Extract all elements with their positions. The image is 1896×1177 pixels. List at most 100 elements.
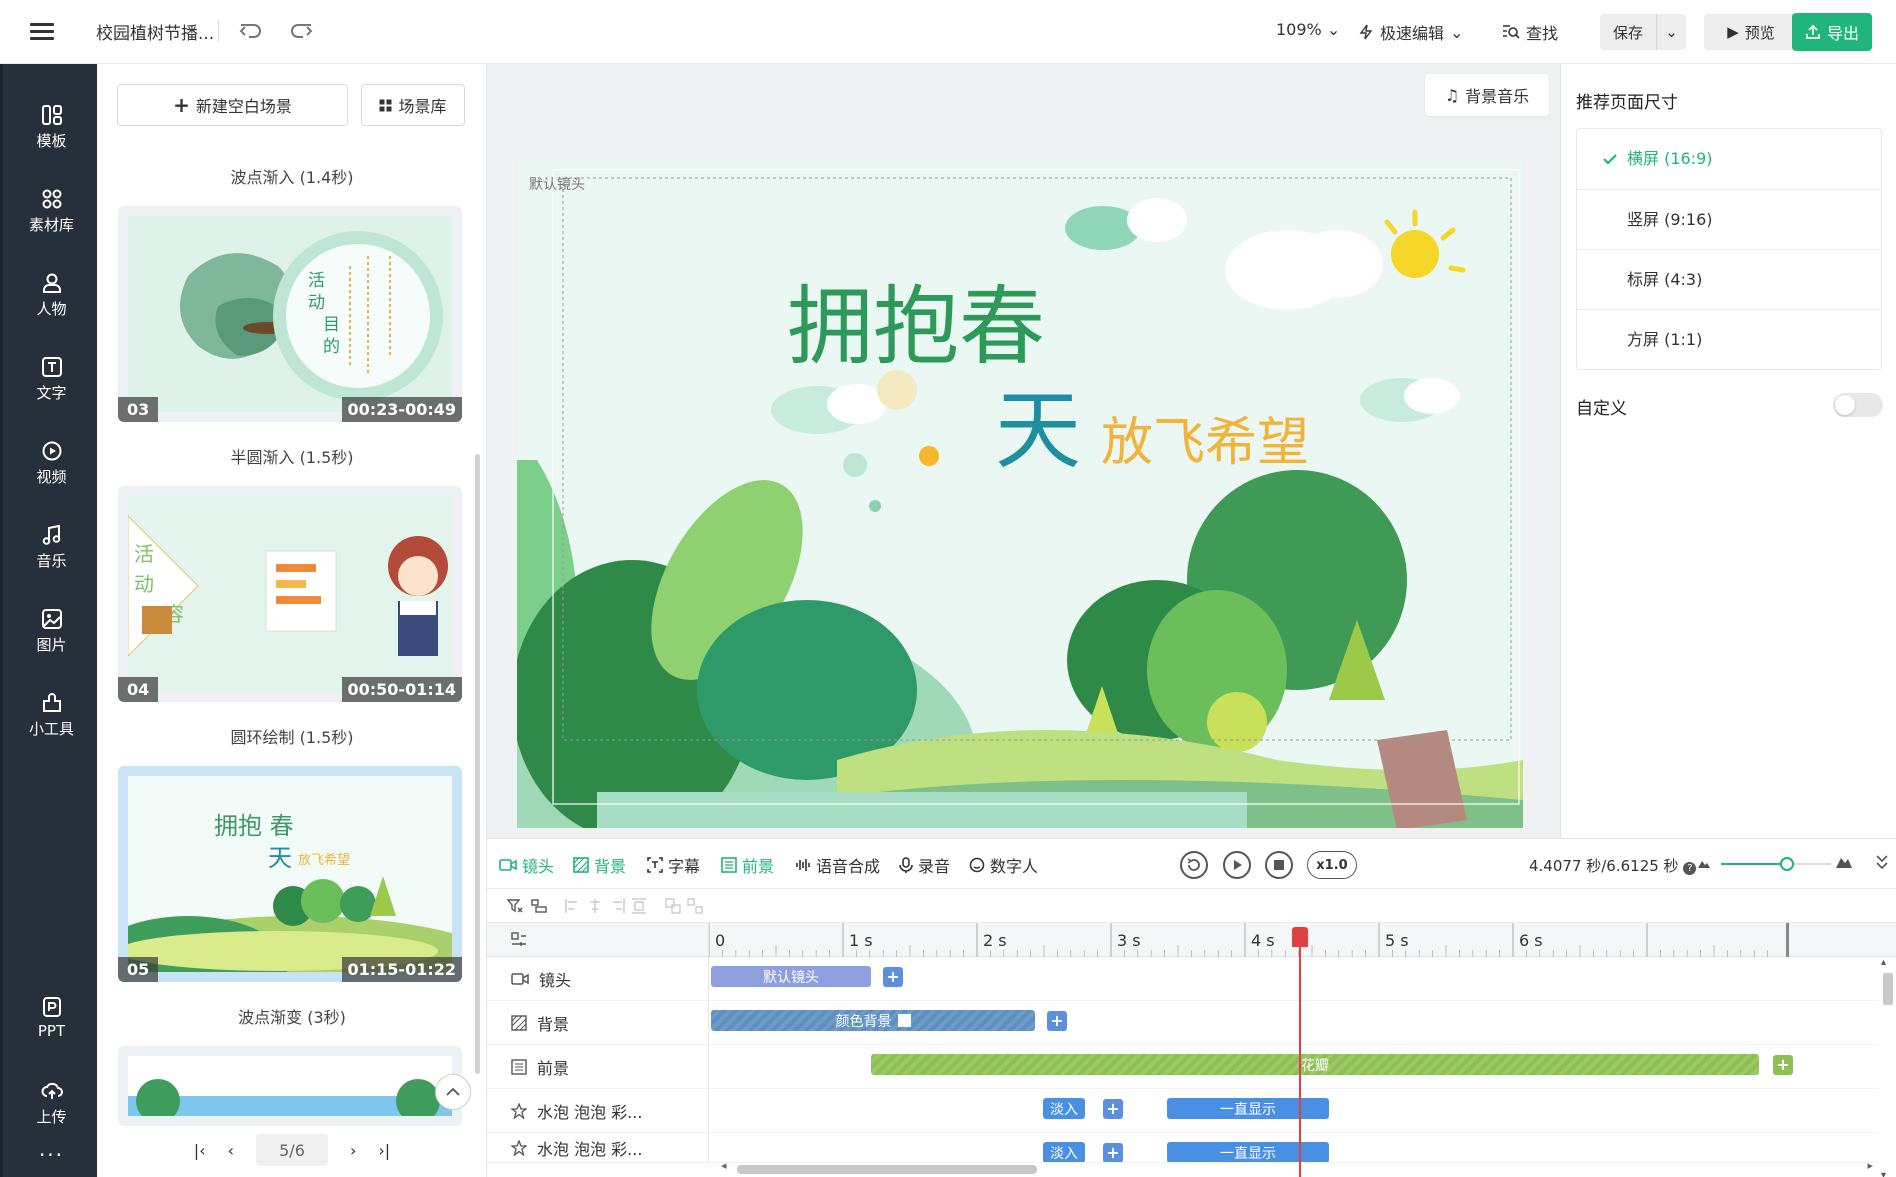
clip-default-lens[interactable]: 默认镜头 — [711, 966, 871, 987]
transition-label[interactable]: 波点渐入 (1.4秒) — [97, 164, 487, 188]
undo-icon[interactable] — [236, 16, 266, 46]
scene-library-button[interactable]: 场景库 — [361, 84, 465, 126]
track-head-foreground[interactable]: 前景 — [487, 1045, 709, 1089]
track-head-camera[interactable]: 镜头 — [487, 957, 709, 1001]
align-left-icon[interactable] — [565, 898, 581, 914]
collapse-timeline-icon[interactable] — [1875, 853, 1889, 871]
add-clip-button[interactable]: + — [1773, 1055, 1793, 1075]
save-options-chevron-icon[interactable]: ⌄ — [1656, 14, 1686, 50]
rewind-button[interactable] — [1180, 851, 1208, 879]
distribute-icon[interactable] — [631, 898, 647, 914]
tab-digital-human[interactable]: 数字人 — [969, 853, 1038, 877]
size-option-portrait[interactable]: 竖屏 (9:16) — [1577, 189, 1881, 249]
sidebar-item-template[interactable]: 模板 — [3, 104, 100, 151]
sidebar-item-tools[interactable]: 小工具 — [3, 692, 100, 739]
filter-icon[interactable] — [507, 898, 523, 914]
scene-thumbnail[interactable]: 拥抱 春 天 放飞希望 05 01:15-01:22 — [118, 766, 462, 982]
document-title[interactable]: 校园植树节播... — [96, 19, 214, 44]
add-clip-button[interactable]: + — [1103, 1143, 1123, 1162]
last-page-icon[interactable]: ›| — [378, 1141, 390, 1160]
title-line-2[interactable]: 天 — [995, 381, 1081, 481]
zoom-dropdown[interactable]: 109% ⌄ — [1276, 20, 1340, 39]
first-page-icon[interactable]: |‹ — [194, 1141, 206, 1160]
next-page-icon[interactable]: › — [350, 1141, 356, 1160]
sidebar-item-person[interactable]: 人物 — [3, 272, 100, 319]
add-clip-button[interactable]: + — [1103, 1099, 1123, 1119]
sidebar-item-music[interactable]: 音乐 — [3, 524, 100, 571]
scrollbar-thumb[interactable] — [1883, 973, 1893, 1005]
sidebar-item-image[interactable]: 图片 — [3, 608, 100, 655]
clip-always-show[interactable]: 一直显示 — [1167, 1098, 1329, 1119]
background-music-button[interactable]: ♫ 背景音乐 — [1425, 74, 1549, 116]
tab-background[interactable]: 背景 — [573, 853, 626, 877]
track-head-effect[interactable]: 水泡 泡泡 彩... — [487, 1133, 709, 1163]
clip-color-background[interactable]: 颜色背景 — [711, 1010, 1035, 1031]
edit-mode-dropdown[interactable]: 极速编辑 ⌄ — [1358, 20, 1463, 44]
clip-fade-in[interactable]: 淡入 — [1043, 1098, 1085, 1119]
export-button[interactable]: 导出 — [1792, 13, 1872, 51]
tab-record[interactable]: 录音 — [899, 853, 950, 877]
group-icon[interactable] — [665, 898, 681, 914]
transition-label[interactable]: 半圆渐入 (1.5秒) — [97, 444, 487, 468]
playhead[interactable] — [1298, 927, 1301, 1177]
tab-foreground[interactable]: 前景 — [721, 853, 774, 877]
scroll-left-icon[interactable]: ◂ — [721, 1159, 727, 1172]
sidebar-item-ppt[interactable]: PPT — [3, 996, 100, 1040]
play-button[interactable] — [1223, 851, 1251, 879]
stop-button[interactable] — [1265, 851, 1293, 879]
scroll-up-icon[interactable]: ▴ — [1881, 957, 1886, 968]
track-head-background[interactable]: 背景 — [487, 1001, 709, 1045]
align-center-icon[interactable] — [587, 898, 603, 914]
clip-fade-in[interactable]: 淡入 — [1043, 1142, 1085, 1162]
subtitle[interactable]: 放飞希望 — [1101, 413, 1309, 473]
clip-petals[interactable]: 花瓣 — [871, 1054, 1759, 1075]
scroll-right-icon[interactable]: ▸ — [1867, 1159, 1873, 1172]
redo-icon[interactable] — [286, 16, 316, 46]
ungroup-icon[interactable] — [687, 898, 703, 914]
zoom-in-icon[interactable] — [1835, 853, 1853, 869]
scrollbar[interactable] — [475, 454, 480, 1074]
stage-canvas[interactable]: 拥抱春 天 放飞希望 — [517, 160, 1523, 828]
size-option-landscape[interactable]: 横屏 (16:9) — [1577, 129, 1881, 189]
custom-size-toggle[interactable] — [1833, 393, 1883, 417]
clip-always-show[interactable]: 一直显示 — [1167, 1142, 1329, 1162]
help-icon[interactable]: ? — [1683, 862, 1697, 875]
size-option-standard[interactable]: 标屏 (4:3) — [1577, 249, 1881, 309]
sidebar-item-video[interactable]: 视频 — [3, 440, 100, 487]
horizontal-scrollbar[interactable]: ◂ ▸ — [721, 1159, 1877, 1175]
new-blank-scene-button[interactable]: + 新建空白场景 — [117, 84, 348, 126]
add-clip-button[interactable]: + — [1047, 1011, 1067, 1031]
zoom-slider[interactable] — [1721, 851, 1833, 877]
track-head-effect[interactable]: 水泡 泡泡 彩... — [487, 1089, 709, 1133]
more-icon[interactable]: ··· — [3, 1143, 100, 1167]
page-indicator[interactable]: 5/6 — [256, 1134, 328, 1166]
transition-label[interactable]: 圆环绘制 (1.5秒) — [97, 724, 487, 748]
find-button[interactable]: 查找 — [1502, 20, 1558, 44]
scene-thumbnail[interactable]: 活 动 目 的 03 00:23-00:49 — [118, 206, 462, 422]
prev-page-icon[interactable]: ‹ — [228, 1141, 234, 1160]
playhead-handle[interactable] — [1291, 927, 1308, 947]
tab-subtitle[interactable]: 字幕 — [647, 853, 700, 877]
transition-label[interactable]: 波点渐变 (3秒) — [97, 1004, 487, 1028]
scroll-to-top-button[interactable] — [435, 1074, 471, 1110]
size-option-square[interactable]: 方屏 (1:1) — [1577, 309, 1881, 369]
vertical-scrollbar[interactable]: ▴ ▾ — [1877, 957, 1896, 1177]
tab-tts[interactable]: 语音合成 — [795, 853, 880, 877]
track-settings-icon[interactable] — [511, 932, 527, 948]
save-button[interactable]: 保存 — [1600, 14, 1656, 50]
scene-thumbnail[interactable]: 活 动 容 04 00:50-01:14 — [118, 486, 462, 702]
zoom-out-icon[interactable] — [1697, 857, 1711, 869]
tab-camera[interactable]: 镜头 — [499, 853, 554, 877]
menu-icon[interactable] — [30, 20, 54, 44]
sidebar-item-text[interactable]: 文字 — [3, 356, 100, 403]
scrollbar-thumb[interactable] — [737, 1165, 1037, 1174]
layers-icon[interactable] — [531, 898, 547, 914]
align-right-icon[interactable] — [609, 898, 625, 914]
title-line-1[interactable]: 拥抱春 — [787, 277, 1045, 377]
timeline-end-marker[interactable] — [1786, 923, 1789, 957]
playback-speed[interactable]: x1.0 — [1307, 851, 1357, 879]
preview-button[interactable]: ▶ 预览 — [1704, 14, 1798, 50]
sidebar-item-upload[interactable]: 上传 — [3, 1080, 100, 1127]
scroll-down-icon[interactable]: ▾ — [1881, 1170, 1886, 1177]
sidebar-item-assets[interactable]: 素材库 — [3, 188, 100, 235]
